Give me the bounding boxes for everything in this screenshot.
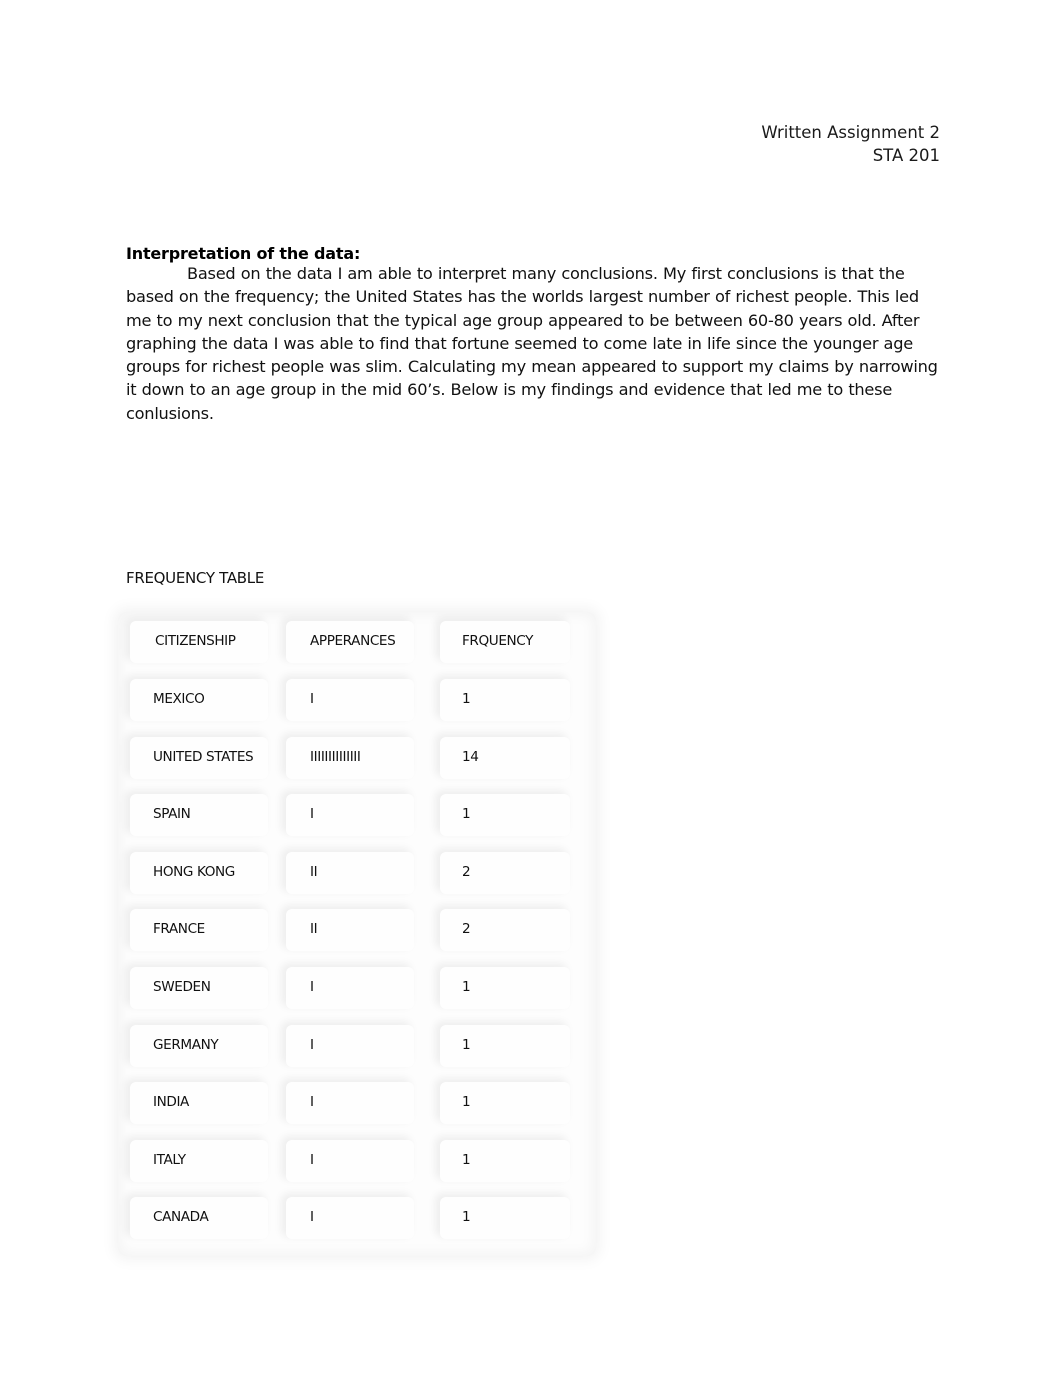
assignment-title: Written Assignment 2: [761, 123, 940, 142]
appearances-cell-text: II: [310, 863, 318, 880]
frequency-cell-text: 1: [462, 1151, 471, 1168]
appearances-cell-text: I: [310, 979, 314, 995]
table-row: SPAIN I 1: [118, 786, 596, 844]
column-header-appearances: APPERANCES: [310, 633, 396, 649]
table-header-row: CITIZENSHIP APPERANCES FRQUENCY: [118, 613, 596, 671]
frequency-cell-text: 1: [462, 691, 471, 707]
frequency-cell-text: 2: [462, 863, 471, 880]
appearances-cell: IIIIIIIIIIIIII: [286, 729, 418, 787]
column-header-frequency: FRQUENCY: [462, 633, 534, 649]
appearances-cell: I: [286, 671, 418, 729]
frequency-cell: 1: [440, 1074, 574, 1132]
header-cell: APPERANCES: [286, 613, 418, 671]
frequency-cell: 1: [440, 786, 574, 844]
interpretation-paragraph: Based on the data I am able to interpret…: [126, 264, 938, 423]
appearances-cell-text: I: [310, 1036, 314, 1053]
appearances-cell: I: [286, 1074, 418, 1132]
frequency-cell: 1: [440, 671, 574, 729]
frequency-cell-text: 14: [462, 748, 479, 765]
appearances-cell: I: [286, 1189, 418, 1247]
frequency-cell-text: 1: [462, 1094, 471, 1111]
citizenship-cell: CANADA: [130, 1189, 270, 1247]
citizenship-cell-text: INDIA: [153, 1094, 189, 1111]
appearances-cell-text: I: [310, 691, 314, 707]
document-page: Written Assignment 2 STA 201 Interpretat…: [0, 0, 1062, 1377]
frequency-cell: 1: [440, 1017, 574, 1075]
citizenship-cell: ITALY: [130, 1132, 270, 1190]
citizenship-cell-text: MEXICO: [153, 691, 205, 707]
course-code: STA 201: [872, 146, 940, 165]
citizenship-cell: SPAIN: [130, 786, 270, 844]
citizenship-cell: UNITED STATES: [130, 729, 270, 787]
citizenship-cell: GERMANY: [130, 1017, 270, 1075]
frequency-cell-text: 1: [462, 979, 471, 995]
header-cell: FRQUENCY: [440, 613, 574, 671]
appearances-cell-text: I: [310, 806, 314, 823]
frequency-cell-text: 2: [462, 921, 471, 938]
appearances-cell: I: [286, 1017, 418, 1075]
appearances-cell-text: II: [310, 921, 318, 938]
citizenship-cell-text: FRANCE: [153, 921, 205, 938]
table-row: MEXICO I 1: [118, 671, 596, 729]
table-row: HONG KONG II 2: [118, 844, 596, 902]
appearances-cell-text: IIIIIIIIIIIIII: [310, 748, 361, 765]
citizenship-cell: MEXICO: [130, 671, 270, 729]
table-row: INDIA I 1: [118, 1074, 596, 1132]
frequency-table: CITIZENSHIP APPERANCES FRQUENCY MEXICO I 1…: [118, 612, 596, 1256]
citizenship-cell: INDIA: [130, 1074, 270, 1132]
appearances-cell: II: [286, 901, 418, 959]
column-header-citizenship: CITIZENSHIP: [155, 633, 236, 649]
table-row: FRANCE II 2: [118, 901, 596, 959]
section-heading: Interpretation of the data:: [126, 244, 361, 263]
frequency-cell-text: 1: [462, 1209, 471, 1226]
header-cell: CITIZENSHIP: [130, 613, 270, 671]
appearances-cell: I: [286, 959, 418, 1017]
appearances-cell: I: [286, 1132, 418, 1190]
frequency-cell: 14: [440, 729, 574, 787]
frequency-cell-text: 1: [462, 1036, 471, 1053]
citizenship-cell-text: SPAIN: [153, 806, 191, 823]
citizenship-cell: FRANCE: [130, 901, 270, 959]
table-row: GERMANY I 1: [118, 1017, 596, 1075]
citizenship-cell-text: SWEDEN: [153, 979, 211, 995]
citizenship-cell-text: GERMANY: [153, 1036, 219, 1053]
appearances-cell: II: [286, 844, 418, 902]
frequency-cell: 1: [440, 1132, 574, 1190]
citizenship-cell-text: CANADA: [153, 1209, 209, 1226]
table-title: FREQUENCY TABLE: [126, 569, 265, 587]
citizenship-cell: SWEDEN: [130, 959, 270, 1017]
appearances-cell: I: [286, 786, 418, 844]
appearances-cell-text: I: [310, 1209, 314, 1226]
frequency-cell: 2: [440, 901, 574, 959]
citizenship-cell-text: UNITED STATES: [153, 748, 254, 765]
appearances-cell-text: I: [310, 1094, 314, 1111]
appearances-cell-text: I: [310, 1151, 314, 1168]
table-row: CANADA I 1: [118, 1189, 596, 1247]
citizenship-cell-text: HONG KONG: [153, 863, 235, 880]
frequency-cell: 2: [440, 844, 574, 902]
citizenship-cell-text: ITALY: [153, 1151, 186, 1168]
citizenship-cell: HONG KONG: [130, 844, 270, 902]
table-row: ITALY I 1: [118, 1132, 596, 1190]
table-row: SWEDEN I 1: [118, 959, 596, 1017]
frequency-cell: 1: [440, 959, 574, 1017]
frequency-cell-text: 1: [462, 806, 471, 823]
frequency-cell: 1: [440, 1189, 574, 1247]
table-row: UNITED STATES IIIIIIIIIIIIII 14: [118, 729, 596, 787]
document-header: Written Assignment 2 STA 201: [761, 121, 940, 167]
